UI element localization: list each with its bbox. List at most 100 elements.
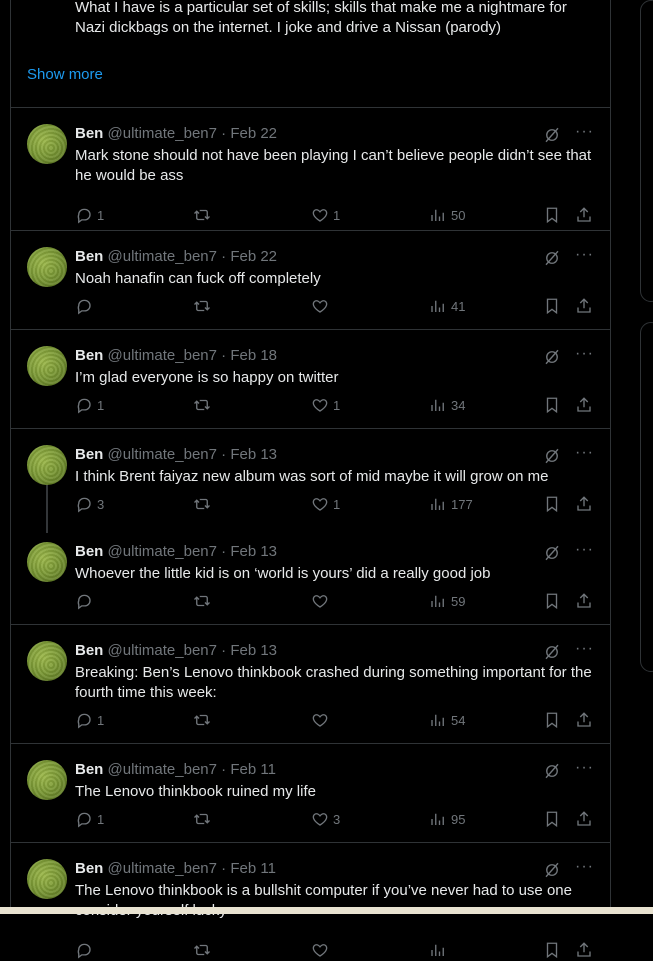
author-name[interactable]: Ben xyxy=(75,125,103,142)
tweet-date[interactable]: · Feb 22 xyxy=(221,125,277,142)
avatar[interactable] xyxy=(27,247,67,287)
views-button[interactable]: 54 xyxy=(429,711,465,729)
author-name[interactable]: Ben xyxy=(75,642,103,659)
author-handle[interactable]: @ultimate_ben7 xyxy=(108,543,217,560)
more-icon[interactable]: ··· xyxy=(575,760,594,776)
author-name[interactable]: Ben xyxy=(75,543,103,560)
retweet-button[interactable] xyxy=(193,592,215,610)
retweet-button[interactable] xyxy=(193,941,215,959)
avatar[interactable] xyxy=(27,542,67,582)
author-handle[interactable]: @ultimate_ben7 xyxy=(108,125,217,142)
retweet-button[interactable] xyxy=(193,396,215,414)
share-button[interactable] xyxy=(575,711,593,729)
like-button[interactable] xyxy=(311,711,333,729)
reply-button[interactable] xyxy=(75,592,97,610)
tweet-date[interactable]: · Feb 13 xyxy=(221,446,277,463)
like-button[interactable] xyxy=(311,592,333,610)
grok-icon[interactable] xyxy=(543,348,561,366)
more-icon[interactable]: ··· xyxy=(575,247,594,263)
views-button[interactable]: 177 xyxy=(429,495,473,513)
retweet-button[interactable] xyxy=(193,495,215,513)
avatar[interactable] xyxy=(27,859,67,899)
share-button[interactable] xyxy=(575,206,593,224)
author-name[interactable]: Ben xyxy=(75,860,103,877)
tweet-date[interactable]: · Feb 13 xyxy=(221,543,277,560)
author-name[interactable]: Ben xyxy=(75,248,103,265)
bookmark-button[interactable] xyxy=(543,396,561,414)
more-icon[interactable]: ··· xyxy=(575,124,594,140)
avatar[interactable] xyxy=(27,641,67,681)
share-button[interactable] xyxy=(575,396,593,414)
share-button[interactable] xyxy=(575,495,593,513)
reply-button[interactable]: 1 xyxy=(75,206,104,224)
author-name[interactable]: Ben xyxy=(75,761,103,778)
reply-button[interactable]: 1 xyxy=(75,810,104,828)
author-handle[interactable]: @ultimate_ben7 xyxy=(108,642,217,659)
more-icon[interactable]: ··· xyxy=(575,641,594,657)
author-handle[interactable]: @ultimate_ben7 xyxy=(108,761,217,778)
bookmark-button[interactable] xyxy=(543,810,561,828)
share-icon xyxy=(575,396,593,414)
author-handle[interactable]: @ultimate_ben7 xyxy=(108,248,217,265)
like-button[interactable] xyxy=(311,297,333,315)
views-count: 59 xyxy=(451,593,466,609)
like-button[interactable]: 1 xyxy=(311,495,340,513)
like-button[interactable]: 3 xyxy=(311,810,340,828)
retweet-button[interactable] xyxy=(193,810,215,828)
like-button[interactable]: 1 xyxy=(311,206,340,224)
bookmark-button[interactable] xyxy=(543,592,561,610)
avatar[interactable] xyxy=(27,760,67,800)
grok-icon[interactable] xyxy=(543,861,561,879)
retweet-button[interactable] xyxy=(193,297,215,315)
tweet-date[interactable]: · Feb 22 xyxy=(221,248,277,265)
grok-icon[interactable] xyxy=(543,643,561,661)
views-button[interactable]: 41 xyxy=(429,297,465,315)
avatar[interactable] xyxy=(27,346,67,386)
reply-button[interactable] xyxy=(75,941,97,959)
like-button[interactable]: 1 xyxy=(311,396,340,414)
retweet-button[interactable] xyxy=(193,206,215,224)
bookmark-button[interactable] xyxy=(543,711,561,729)
author-name[interactable]: Ben xyxy=(75,347,103,364)
bookmark-button[interactable] xyxy=(543,495,561,513)
more-icon[interactable]: ··· xyxy=(575,542,594,558)
share-button[interactable] xyxy=(575,810,593,828)
bookmark-button[interactable] xyxy=(543,297,561,315)
tweet-date[interactable]: · Feb 13 xyxy=(221,642,277,659)
tweet-date[interactable]: · Feb 11 xyxy=(221,860,276,877)
more-icon[interactable]: ··· xyxy=(575,859,594,875)
author-handle[interactable]: @ultimate_ben7 xyxy=(108,347,217,364)
grok-icon[interactable] xyxy=(543,544,561,562)
share-button[interactable] xyxy=(575,592,593,610)
bookmark-button[interactable] xyxy=(543,941,561,959)
author-handle[interactable]: @ultimate_ben7 xyxy=(108,446,217,463)
avatar[interactable] xyxy=(27,124,67,164)
author-handle[interactable]: @ultimate_ben7 xyxy=(108,860,217,877)
more-icon[interactable]: ··· xyxy=(575,445,594,461)
share-button[interactable] xyxy=(575,941,593,959)
reply-button[interactable]: 3 xyxy=(75,495,104,513)
share-button[interactable] xyxy=(575,297,593,315)
views-button[interactable] xyxy=(429,941,451,959)
more-icon[interactable]: ··· xyxy=(575,346,594,362)
bookmark-button[interactable] xyxy=(543,206,561,224)
avatar[interactable] xyxy=(27,445,67,485)
tweet-top-icons: ··· xyxy=(543,445,594,465)
reply-button[interactable]: 1 xyxy=(75,396,104,414)
views-button[interactable]: 59 xyxy=(429,592,465,610)
author-name[interactable]: Ben xyxy=(75,446,103,463)
reply-button[interactable] xyxy=(75,297,97,315)
grok-icon[interactable] xyxy=(543,126,561,144)
tweet-date[interactable]: · Feb 11 xyxy=(221,761,276,778)
views-button[interactable]: 95 xyxy=(429,810,465,828)
retweet-button[interactable] xyxy=(193,711,215,729)
grok-icon[interactable] xyxy=(543,762,561,780)
show-more-link[interactable]: Show more xyxy=(27,66,103,83)
reply-button[interactable]: 1 xyxy=(75,711,104,729)
views-button[interactable]: 50 xyxy=(429,206,465,224)
grok-icon[interactable] xyxy=(543,249,561,267)
like-button[interactable] xyxy=(311,941,333,959)
tweet-date[interactable]: · Feb 18 xyxy=(221,347,277,364)
views-button[interactable]: 34 xyxy=(429,396,465,414)
grok-icon[interactable] xyxy=(543,447,561,465)
